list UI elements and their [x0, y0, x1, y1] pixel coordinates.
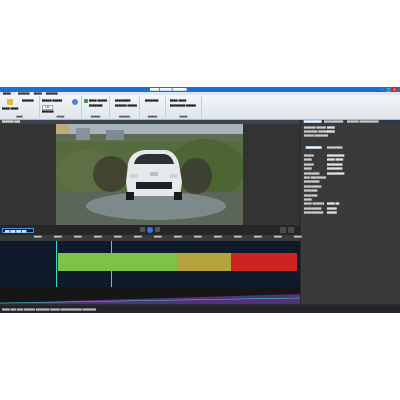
clock-icon[interactable] [72, 99, 78, 105]
field-label: ▆▆▆▆ [304, 158, 312, 162]
timeline-tick-label: ▆▆▆▆▆ [174, 236, 182, 238]
timeline-tick-label: ▆▆▆▆▆ [214, 236, 222, 238]
ribbon-group-file: ▆▆▆▆ ▆▆▆▆ ▆▆▆▆▆▆ ▆▆▆▆ [0, 96, 40, 118]
video-frame-image [56, 124, 243, 225]
fullscreen-button[interactable]: ▆▆▆▆▆▆▆▆ ▆▆▆▆▆ [170, 104, 196, 107]
subtitles-button[interactable]: ▆▆▆▆▆▆▆ [89, 104, 102, 107]
field-label: ▆▆▆▆ [304, 198, 312, 201]
properties-tab-strip: ▆▆▆▆▆▆▆▆▆ ▆▆▆▆▆▆▆▆▆▆ ▆▆▆▆▆▆ ▆▆▆▆▆▆▆▆▆▆ [301, 120, 400, 124]
timeline-overview[interactable] [0, 287, 301, 304]
folder-icon[interactable] [7, 99, 13, 105]
field-value: ▆▆▆▆ [327, 126, 335, 129]
field-label: ▆▆▆▆▆▆▆▆ [304, 171, 320, 175]
ribbon-toolbar: ▆▆▆▆ ▆▆▆▆ ▆▆▆▆▆▆ ▆▆▆▆ ▆▆▆▆▆ ▆▆▆▆▆ 100 ▆▆… [0, 95, 400, 120]
field-label: ▆▆▆▆ ▆▆▆▆▆▆ [304, 202, 325, 206]
timeline-tick-label: ▆▆▆▆▆ [194, 236, 202, 238]
field-label: ▆▆▆ ▆▆▆▆▆▆▆▆ [304, 176, 326, 179]
frame-step-button[interactable]: ▆▆▆▆▆▆ [42, 110, 54, 113]
timeline-tick-label: ▆▆▆▆▆ [74, 236, 82, 238]
timeline-tick-label: ▆▆▆▆▆ [254, 236, 262, 238]
tab-properties[interactable]: ▆▆▆▆▆▆▆▆▆ [303, 120, 323, 123]
field-label: ▆▆▆▆▆▆▆ ▆▆▆▆▆ [304, 130, 328, 133]
ribbon-group-tools: ▆▆▆▆ ▆▆▆▆ ▆▆▆▆▆▆▆▆ ▆▆▆▆▆ ▆▆▆▆▆ [166, 96, 202, 118]
overview-graph [0, 287, 301, 304]
export-button[interactable]: ▆▆▆▆▆▆ [22, 99, 34, 102]
previous-frame-icon[interactable] [140, 227, 145, 232]
ribbon-group-snapshot: ▆▆▆▆▆▆▆ ▆▆▆▆▆▆ [140, 96, 166, 118]
status-bar: ▆▆▆▆ ▆▆▆ ▆▆▆ ▆▆▆▆▆▆ ▆▆▆▆▆▆▆ ▆▆▆▆▆ ▆▆▆▆▆▆… [0, 306, 400, 313]
tab-export-settings[interactable]: ▆▆▆▆▆▆ ▆▆▆▆▆▆▆▆▆▆ [347, 120, 379, 123]
video-frame[interactable] [56, 124, 243, 225]
field-label: ▆▆▆▆▆▆▆▆▆ [304, 184, 322, 188]
tab-location[interactable]: ▆▆▆▆▆▆▆▆ [327, 146, 342, 149]
field-value: ▆▆▆▆ ▆▆▆▆ [327, 158, 344, 162]
layout-icon[interactable] [84, 99, 88, 103]
playback-speed-button[interactable]: ▆▆▆▆▆ ▆▆▆▆▆ [42, 99, 62, 102]
ribbon-group-caption: ▆▆▆▆▆▆ [90, 116, 101, 118]
field-value: ▆▆▆▆▆▆▆▆▆ [327, 171, 345, 175]
snapshot-button[interactable]: ▆▆▆▆▆▆▆ [145, 99, 158, 102]
field-label: ▆▆▆▆▆▆▆ [304, 193, 318, 197]
next-frame-icon[interactable] [155, 227, 160, 232]
timeline-segment[interactable] [177, 253, 231, 271]
play-icon[interactable] [147, 227, 153, 233]
timeline-tick-label: ▆▆▆▆▆ [154, 236, 162, 238]
timeline-controls: ▆▆:▆▆:▆▆:▆▆ [0, 225, 300, 235]
ribbon-group-caption: ▆▆▆▆▆▆ [147, 116, 158, 118]
timeline-segment[interactable] [231, 253, 297, 271]
timeline-tick-label: ▆▆▆▆▆ [54, 236, 62, 238]
ribbon-group-caption: ▆▆▆▆▆▆▆ [119, 116, 130, 118]
field-value: ▆▆▆▆ ▆▆ [327, 202, 340, 206]
field-label: ▆▆▆▆▆▆▆▆ [304, 180, 320, 184]
field-value: ▆▆▆▆▆ [327, 211, 337, 215]
tab-metadata[interactable]: ▆▆▆▆▆▆▆▆ [305, 146, 323, 149]
field-label: ▆▆▆▆▆▆ ▆▆▆▆▆ [304, 126, 326, 129]
timeline-tick-label: ▆▆▆▆▆ [234, 236, 242, 238]
bookmark-button[interactable]: ▆▆▆▆▆▆▆▆ [115, 99, 130, 102]
section-tabs: ▆▆▆▆▆▆▆▆ ▆▆▆▆▆▆▆▆ [303, 146, 398, 150]
application-window: ▆▆▆▆ ▆▆▆▆▆ ▆▆▆▆▆▆ – □ × ▆▆▆▆ ▆▆▆▆▆▆ ▆▆▆▆… [0, 87, 400, 313]
field-label: ▆▆▆▆▆▆▆▆▆▆ [304, 211, 324, 215]
field-value: ▆▆▆▆ [327, 130, 335, 133]
ribbon-group-caption: ▆▆▆▆▆ [179, 116, 188, 118]
field-label: ▆▆▆▆ [304, 167, 312, 171]
properties-panel: ▆▆▆▆▆▆▆▆▆ ▆▆▆▆▆▆▆▆▆▆ ▆▆▆▆▆▆ ▆▆▆▆▆▆▆▆▆▆ ▆… [301, 120, 400, 304]
field-label: ▆▆▆▆▆ [304, 162, 314, 166]
field-value: ▆▆▆▆▆▆▆▆ [327, 167, 343, 171]
ribbon-group-layout: ▆▆▆▆ ▆▆▆▆▆ ▆▆▆▆▆▆▆ ▆▆▆▆▆▆ [82, 96, 110, 118]
ribbon-group-markers: ▆▆▆▆▆▆▆▆ ▆▆▆▆▆▆ ▆▆▆▆▆ ▆▆▆▆▆▆▆ [110, 96, 140, 118]
open-file-button[interactable]: ▆▆▆▆ ▆▆▆▆ [2, 107, 18, 110]
timeline-tick-label: ▆▆▆▆▆ [114, 236, 122, 238]
timecode-display: ▆▆:▆▆:▆▆:▆▆ [2, 228, 34, 233]
zoom-out-icon[interactable] [288, 227, 294, 233]
timeline-tick-label: ▆▆▆▆▆ [34, 236, 42, 238]
status-text: ▆▆▆▆ ▆▆▆ ▆▆▆ ▆▆▆▆▆▆ ▆▆▆▆▆▆▆ ▆▆▆▆▆ ▆▆▆▆▆▆… [2, 308, 97, 311]
tab-bookmarks[interactable]: ▆▆▆▆▆▆▆▆▆▆ [324, 120, 343, 123]
field-value: ▆▆▆▆▆ [327, 206, 337, 210]
field-value: ▆▆▆▆▆▆▆▆ [327, 162, 343, 166]
measure-distance-button[interactable]: ▆▆▆▆▆▆ ▆▆▆▆▆ [115, 104, 137, 107]
field-label: ▆▆▆▆▆▆▆▆▆ [304, 206, 322, 210]
field-value: ▆▆▆▆▆▆▆▆▆ [327, 154, 345, 157]
timeline-tick-label: ▆▆▆▆▆ [294, 236, 302, 238]
timeline-track[interactable] [0, 241, 300, 287]
field-label: ▆▆▆▆▆ [304, 154, 314, 157]
timeline-tick-label: ▆▆▆▆▆ [94, 236, 102, 238]
timeline-segment[interactable] [111, 253, 177, 271]
zoom-in-icon[interactable] [280, 227, 286, 233]
ribbon-group-zoom: ▆▆▆▆▆ ▆▆▆▆▆ 100 ▆▆▆▆▆▆ ▆▆▆▆▆ [40, 96, 82, 118]
field-label: ▆▆▆▆▆▆▆ [304, 189, 318, 193]
show-grid-button[interactable]: ▆▆▆▆ ▆▆▆▆ [170, 99, 186, 102]
timeline-segment[interactable] [58, 253, 111, 271]
video-panel-title: ▆▆▆▆▆▆ ▆▆▆ [2, 120, 21, 123]
layout-button[interactable]: ▆▆▆▆ ▆▆▆▆▆ [89, 99, 107, 102]
timeline-tick-label: ▆▆▆▆▆ [274, 236, 282, 238]
ribbon-group-caption: ▆▆▆▆▆ [56, 116, 65, 118]
playhead[interactable] [56, 241, 57, 287]
video-viewport[interactable] [0, 124, 300, 225]
field-label: ▆▆▆▆▆ ▆▆▆▆▆▆▆ [304, 134, 328, 137]
timeline-tick-label: ▆▆▆▆▆ [134, 236, 142, 238]
ribbon-group-caption: ▆▆▆▆ [16, 116, 23, 118]
